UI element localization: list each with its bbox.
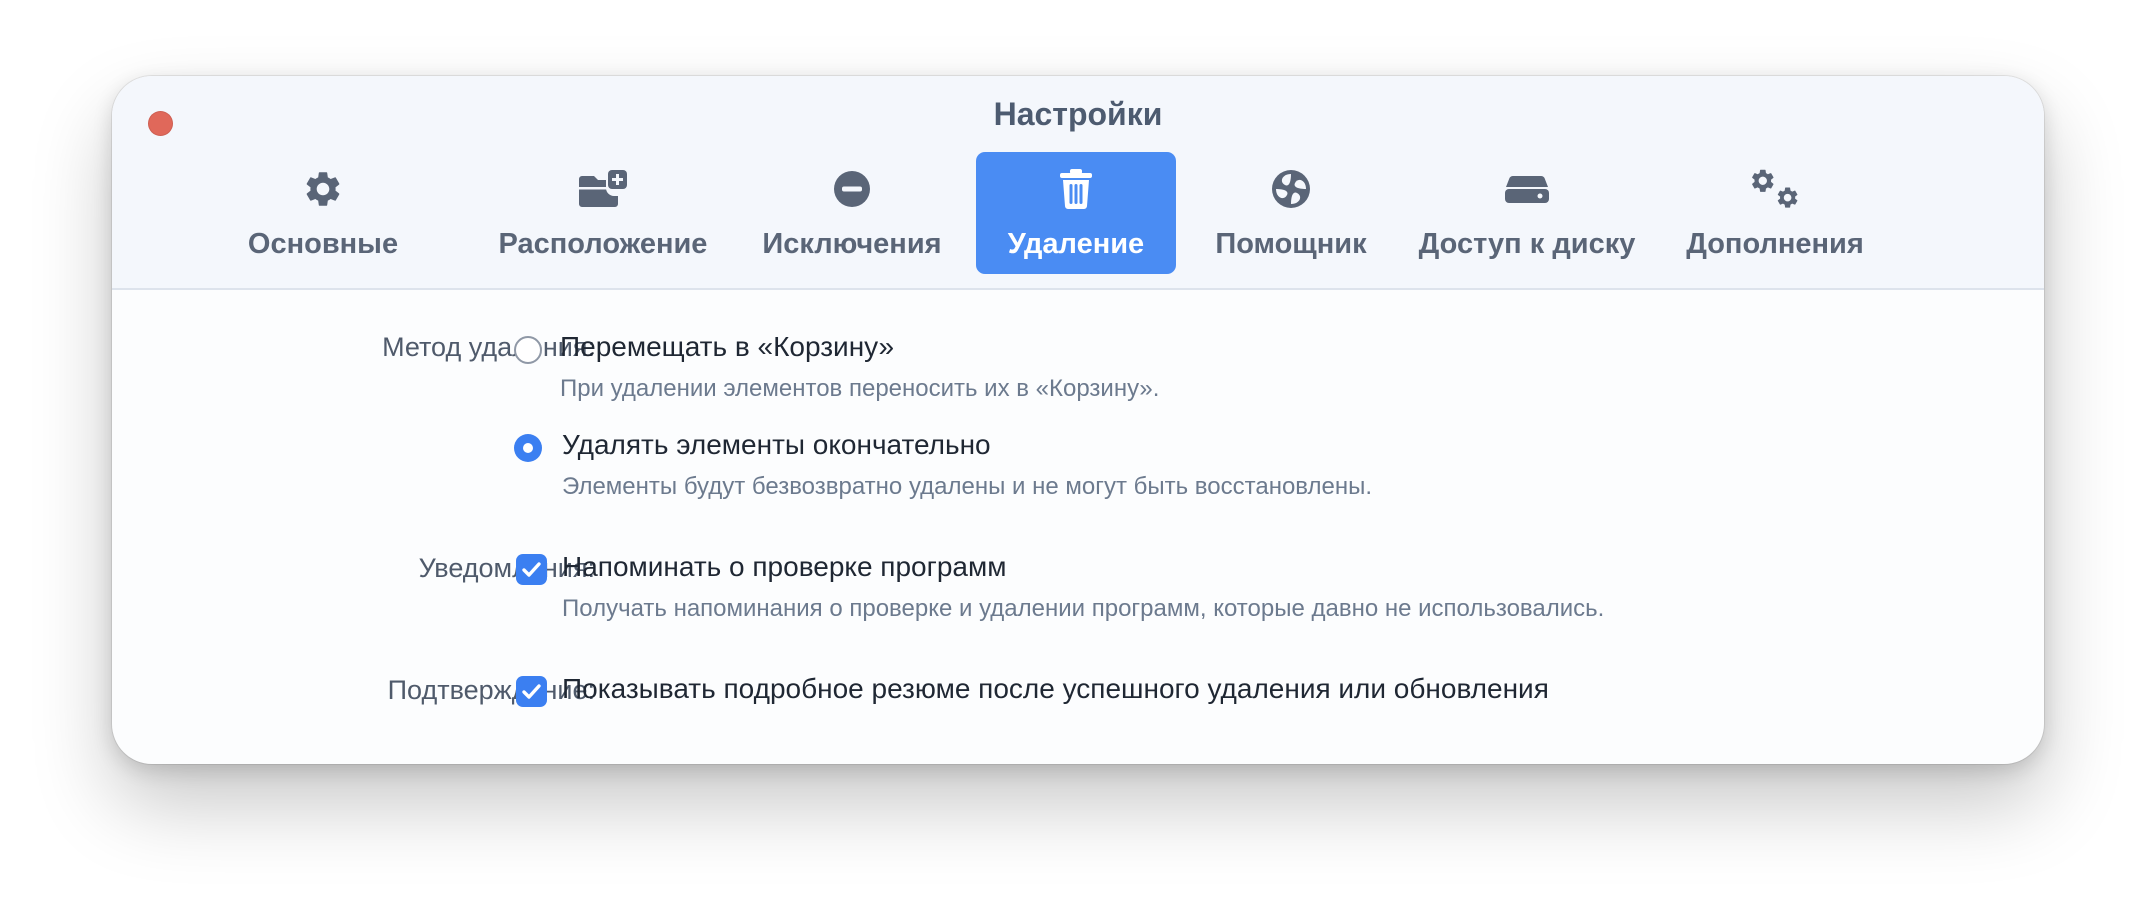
minus-circle-icon: [826, 166, 878, 212]
settings-content: Метод удаления: Перемещать в «Корзину» П…: [112, 290, 2044, 764]
option-delete-permanently-title: Удалять элементы окончательно: [562, 429, 991, 460]
tab-uninstall-label: Удаление: [1007, 228, 1145, 260]
window-title: Настройки: [993, 96, 1163, 132]
checkbox-show-summary[interactable]: [516, 676, 547, 707]
option-show-summary-title: Показывать подробное резюме после успешн…: [562, 673, 1549, 704]
trash-icon: [1050, 166, 1102, 212]
tab-general-label: Основные: [247, 228, 399, 260]
helper-swirl-icon: [1265, 166, 1317, 212]
option-delete-permanently-desc: Элементы будут безвозвратно удалены и не…: [562, 473, 1373, 500]
folder-plus-icon: [577, 166, 629, 212]
option-move-to-trash-title: Перемещать в «Корзину»: [560, 331, 895, 362]
tab-exclusions[interactable]: Исключения: [760, 152, 944, 274]
settings-window: Настройки Основные Расположение Исключен…: [112, 76, 2044, 764]
tab-bar: Основные Расположение Исключения Удалени…: [112, 152, 2044, 274]
tab-extensions-label: Дополнения: [1686, 228, 1864, 260]
checkmark-icon: [522, 562, 541, 577]
disk-icon: [1501, 166, 1553, 212]
option-remind-review-desc: Получать напоминания о проверке и удален…: [562, 595, 1605, 622]
toolbar: Настройки Основные Расположение Исключен…: [112, 76, 2044, 290]
gear-icon: [297, 166, 349, 212]
tab-disk-access-label: Доступ к диску: [1418, 228, 1636, 260]
tab-uninstall[interactable]: Удаление: [976, 152, 1176, 274]
tab-disk-access[interactable]: Доступ к диску: [1414, 152, 1640, 274]
tab-general[interactable]: Основные: [240, 152, 406, 274]
checkbox-remind-review[interactable]: [516, 554, 547, 585]
tab-helper-label: Помощник: [1215, 228, 1367, 260]
checkmark-icon: [522, 684, 541, 699]
tab-location[interactable]: Расположение: [492, 152, 714, 274]
tab-helper[interactable]: Помощник: [1204, 152, 1378, 274]
radio-delete-permanently[interactable]: [514, 434, 542, 462]
gears-icon: [1749, 166, 1801, 212]
radio-move-to-trash[interactable]: [514, 336, 542, 364]
tab-location-label: Расположение: [498, 228, 708, 260]
tab-extensions[interactable]: Дополнения: [1682, 152, 1868, 274]
option-move-to-trash-desc: При удалении элементов переносить их в «…: [560, 375, 1160, 402]
option-remind-review-title: Напоминать о проверке программ: [562, 551, 1007, 582]
tab-exclusions-label: Исключения: [762, 228, 942, 260]
